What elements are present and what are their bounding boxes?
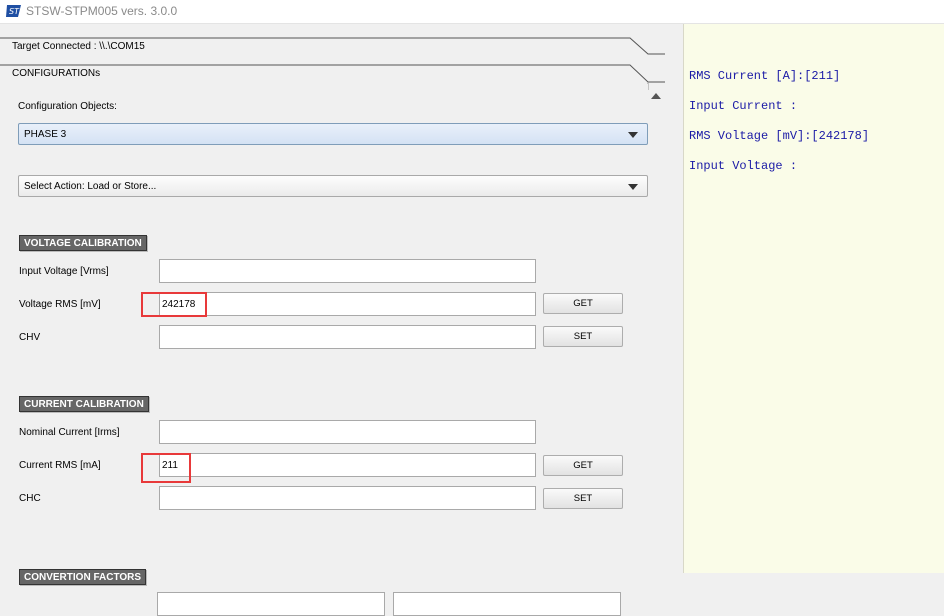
- voltage-rms-highlight: [141, 292, 207, 317]
- current-rms-field[interactable]: 211: [159, 453, 536, 477]
- voltage-set-button[interactable]: SET: [543, 326, 623, 347]
- conversion-factors-title: CONVERTION FACTORS: [19, 569, 147, 585]
- current-get-button[interactable]: GET: [543, 455, 623, 476]
- voltage-rms-label: Voltage RMS [mV]: [19, 299, 101, 310]
- conversion-field-2[interactable]: [393, 592, 621, 616]
- nominal-current-label: Nominal Current [Irms]: [19, 427, 120, 438]
- configuration-objects-value: PHASE 3: [24, 129, 67, 140]
- chv-field[interactable]: [159, 325, 536, 349]
- panel-header-tabs: [0, 37, 665, 90]
- voltage-rms-field[interactable]: 242178: [159, 292, 536, 316]
- current-rms-label: Current RMS [mA]: [19, 460, 101, 471]
- chv-label: CHV: [19, 332, 41, 343]
- action-select[interactable]: Select Action: Load or Store...: [18, 175, 648, 197]
- action-select-value: Select Action: Load or Store...: [24, 181, 157, 192]
- configurations-panel: Configuration Objects: PHASE 3 Select Ac…: [0, 84, 648, 616]
- current-rms-highlight: [141, 453, 191, 483]
- chevron-down-icon: [628, 132, 638, 138]
- current-set-button[interactable]: SET: [543, 488, 623, 509]
- chc-label: CHC: [19, 493, 41, 504]
- console-line: RMS Current [A]:[211]: [689, 69, 841, 83]
- connection-status: Target Connected : \\.\COM15: [12, 41, 145, 52]
- configurations-header[interactable]: CONFIGURATIONs: [12, 68, 100, 79]
- input-voltage-field[interactable]: [159, 259, 536, 283]
- chevron-down-icon: [628, 184, 638, 190]
- chc-field[interactable]: [159, 486, 536, 510]
- nominal-current-field[interactable]: [159, 420, 536, 444]
- input-voltage-label: Input Voltage [Vrms]: [19, 266, 109, 277]
- vertical-scrollbar[interactable]: [648, 90, 665, 597]
- svg-text:ST: ST: [9, 7, 20, 16]
- window-title: STSW-STPM005 vers. 3.0.0: [26, 4, 178, 18]
- console-line: Input Voltage :: [689, 159, 798, 173]
- title-bar: ST STSW-STPM005 vers. 3.0.0: [0, 0, 944, 24]
- output-console: RMS Current [A]:[211] Input Current : RM…: [683, 24, 944, 573]
- scroll-up-arrow-icon[interactable]: [651, 93, 661, 99]
- voltage-get-button[interactable]: GET: [543, 293, 623, 314]
- st-logo-icon: ST: [6, 5, 21, 17]
- console-line: RMS Voltage [mV]:[242178]: [689, 129, 870, 143]
- current-calibration-title: CURRENT CALIBRATION: [19, 396, 149, 412]
- voltage-calibration-title: VOLTAGE CALIBRATION: [19, 235, 147, 251]
- console-line: Input Current :: [689, 99, 798, 113]
- configuration-objects-label: Configuration Objects:: [18, 101, 117, 112]
- conversion-field-1[interactable]: [157, 592, 385, 616]
- configuration-objects-select[interactable]: PHASE 3: [18, 123, 648, 145]
